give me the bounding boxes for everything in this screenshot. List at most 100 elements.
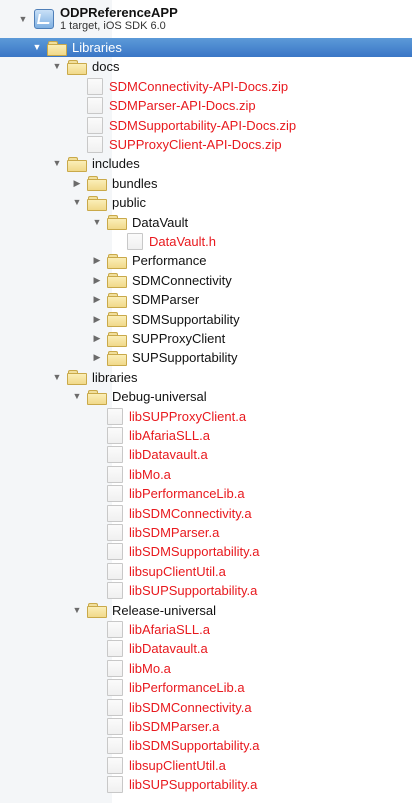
disclosure-expanded-icon[interactable]: ▼ bbox=[50, 157, 64, 171]
file-row-libsupclientutil-a[interactable]: libsupClientUtil.a bbox=[0, 562, 412, 581]
disclosure-collapsed-icon[interactable]: ▶ bbox=[90, 293, 104, 307]
file-row-libafariasll-a[interactable]: libAfariaSLL.a bbox=[0, 426, 412, 445]
file-row-libsdmparser-a[interactable]: libSDMParser.a bbox=[0, 717, 412, 736]
file-icon bbox=[107, 504, 123, 522]
file-row-libperformancelib-a[interactable]: libPerformanceLib.a bbox=[0, 484, 412, 503]
file-row-libsdmconnectivity-a[interactable]: libSDMConnectivity.a bbox=[0, 698, 412, 717]
folder-row-sdmparser[interactable]: ▶ SDMParser bbox=[0, 290, 412, 309]
file-row-libafariasll-a[interactable]: libAfariaSLL.a bbox=[0, 620, 412, 639]
folder-row-debug-universal[interactable]: ▼ Debug-universal bbox=[0, 387, 412, 406]
item-label: Release-universal bbox=[112, 602, 217, 618]
item-label: libPerformanceLib.a bbox=[129, 680, 245, 696]
disclosure-collapsed-icon[interactable]: ▶ bbox=[90, 273, 104, 287]
disclosure-triangle-icon[interactable]: ▼ bbox=[16, 12, 30, 26]
item-label: SUPSupportability bbox=[132, 350, 238, 366]
item-label: libMo.a bbox=[129, 660, 171, 676]
file-row-libsupproxyclient-a[interactable]: libSUPProxyClient.a bbox=[0, 407, 412, 426]
item-label: libAfariaSLL.a bbox=[129, 622, 210, 637]
folder-row-public[interactable]: ▼ public bbox=[0, 193, 412, 212]
file-row-libsdmconnectivity-a[interactable]: libSDMConnectivity.a bbox=[0, 504, 412, 523]
disclosure-collapsed-icon[interactable]: ▶ bbox=[90, 254, 104, 268]
project-subtitle: 1 target, iOS SDK 6.0 bbox=[60, 20, 166, 32]
folder-icon bbox=[107, 312, 127, 328]
project-row[interactable]: ▼ ODPReferenceAPP 1 target, iOS SDK 6.0 bbox=[0, 0, 412, 38]
file-icon bbox=[107, 446, 123, 464]
item-label: libSDMSupportability.a bbox=[129, 738, 260, 754]
item-label: libraries bbox=[92, 369, 138, 385]
file-row-libsdmsupportability-a[interactable]: libSDMSupportability.a bbox=[0, 736, 412, 755]
folder-icon bbox=[87, 195, 107, 211]
file-icon bbox=[107, 756, 123, 774]
disclosure-collapsed-icon[interactable]: ▶ bbox=[90, 312, 104, 326]
file-icon bbox=[107, 485, 123, 503]
file-row-libdatavault-a[interactable]: libDatavault.a bbox=[0, 639, 412, 658]
project-name: ODPReferenceAPP bbox=[60, 5, 178, 20]
item-label: public bbox=[112, 195, 146, 211]
file-row-libperformancelib-a[interactable]: libPerformanceLib.a bbox=[0, 678, 412, 697]
disclosure-expanded-icon[interactable]: ▼ bbox=[70, 603, 84, 617]
item-label: docs bbox=[92, 59, 120, 75]
file-icon bbox=[107, 465, 123, 483]
file-row-sdmparser-api-docs-zip[interactable]: SDMParser-API-Docs.zip bbox=[0, 96, 412, 115]
folder-row-bundles[interactable]: ▶ bundles bbox=[0, 174, 412, 193]
item-label: libSDMSupportability.a bbox=[129, 544, 260, 560]
item-label: Debug-universal bbox=[112, 389, 207, 405]
file-row-sdmsupportability-api-docs-zip[interactable]: SDMSupportability-API-Docs.zip bbox=[0, 116, 412, 135]
folder-row-sdmsupportability[interactable]: ▶ SDMSupportability bbox=[0, 310, 412, 329]
file-row-libsdmparser-a[interactable]: libSDMParser.a bbox=[0, 523, 412, 542]
item-label: SDMParser bbox=[132, 292, 200, 308]
file-row-datavault-h[interactable]: DataVault.h bbox=[0, 232, 412, 251]
file-icon bbox=[107, 524, 123, 541]
disclosure-expanded-icon[interactable]: ▼ bbox=[70, 390, 84, 404]
file-row-libsupsupportability-a[interactable]: libSUPSupportability.a bbox=[0, 581, 412, 600]
disclosure-expanded-icon[interactable]: ▼ bbox=[30, 41, 44, 55]
file-icon bbox=[107, 679, 123, 697]
folder-row-release-universal[interactable]: ▼ Release-universal bbox=[0, 601, 412, 620]
folder-row-libraries[interactable]: ▼ Libraries bbox=[0, 38, 412, 57]
item-label: libSDMConnectivity.a bbox=[129, 699, 252, 715]
disclosure-expanded-icon[interactable]: ▼ bbox=[50, 370, 64, 384]
folder-row-sdmconnectivity[interactable]: ▶ SDMConnectivity bbox=[0, 271, 412, 290]
item-label: libDatavault.a bbox=[129, 641, 208, 657]
disclosure-expanded-icon[interactable]: ▼ bbox=[70, 196, 84, 210]
file-row-supproxyclient-api-docs-zip[interactable]: SUPProxyClient-API-Docs.zip bbox=[0, 135, 412, 154]
file-icon bbox=[107, 737, 123, 755]
item-label: libAfariaSLL.a bbox=[129, 428, 210, 443]
file-icon bbox=[87, 116, 103, 134]
file-icon bbox=[87, 136, 103, 153]
project-info: ODPReferenceAPP 1 target, iOS SDK 6.0 bbox=[60, 5, 178, 33]
folder-icon bbox=[87, 603, 107, 619]
item-label: libSUPSupportability.a bbox=[129, 583, 258, 599]
file-row-libmo-a[interactable]: libMo.a bbox=[0, 659, 412, 678]
file-row-libsupclientutil-a[interactable]: libsupClientUtil.a bbox=[0, 756, 412, 775]
item-label: libSDMParser.a bbox=[129, 719, 220, 734]
item-label: libSUPSupportability.a bbox=[129, 777, 258, 793]
folder-row-libraries[interactable]: ▼ libraries bbox=[0, 368, 412, 387]
file-icon bbox=[107, 582, 123, 600]
item-label: DataVault.h bbox=[149, 234, 216, 249]
folder-row-supsupportability[interactable]: ▶ SUPSupportability bbox=[0, 348, 412, 367]
item-label: SUPProxyClient-API-Docs.zip bbox=[109, 137, 282, 152]
disclosure-expanded-icon[interactable]: ▼ bbox=[90, 215, 104, 229]
file-row-libdatavault-a[interactable]: libDatavault.a bbox=[0, 445, 412, 464]
folder-icon bbox=[107, 215, 127, 231]
folder-row-supproxyclient[interactable]: ▶ SUPProxyClient bbox=[0, 329, 412, 348]
file-icon bbox=[107, 562, 123, 580]
file-row-libmo-a[interactable]: libMo.a bbox=[0, 465, 412, 484]
folder-row-performance[interactable]: ▶ Performance bbox=[0, 251, 412, 270]
folder-icon bbox=[67, 59, 87, 75]
disclosure-collapsed-icon[interactable]: ▶ bbox=[90, 332, 104, 346]
file-icon bbox=[107, 621, 123, 638]
file-row-libsupsupportability-a[interactable]: libSUPSupportability.a bbox=[0, 775, 412, 794]
item-label: SDMConnectivity-API-Docs.zip bbox=[109, 78, 289, 94]
file-row-sdmconnectivity-api-docs-zip[interactable]: SDMConnectivity-API-Docs.zip bbox=[0, 77, 412, 96]
folder-icon bbox=[67, 370, 87, 386]
file-icon bbox=[107, 407, 123, 425]
folder-row-datavault[interactable]: ▼ DataVault bbox=[0, 213, 412, 232]
disclosure-expanded-icon[interactable]: ▼ bbox=[50, 60, 64, 74]
disclosure-collapsed-icon[interactable]: ▶ bbox=[90, 351, 104, 365]
folder-row-docs[interactable]: ▼ docs bbox=[0, 57, 412, 76]
disclosure-collapsed-icon[interactable]: ▶ bbox=[70, 176, 84, 190]
file-row-libsdmsupportability-a[interactable]: libSDMSupportability.a bbox=[0, 542, 412, 561]
folder-row-includes[interactable]: ▼ includes bbox=[0, 154, 412, 173]
